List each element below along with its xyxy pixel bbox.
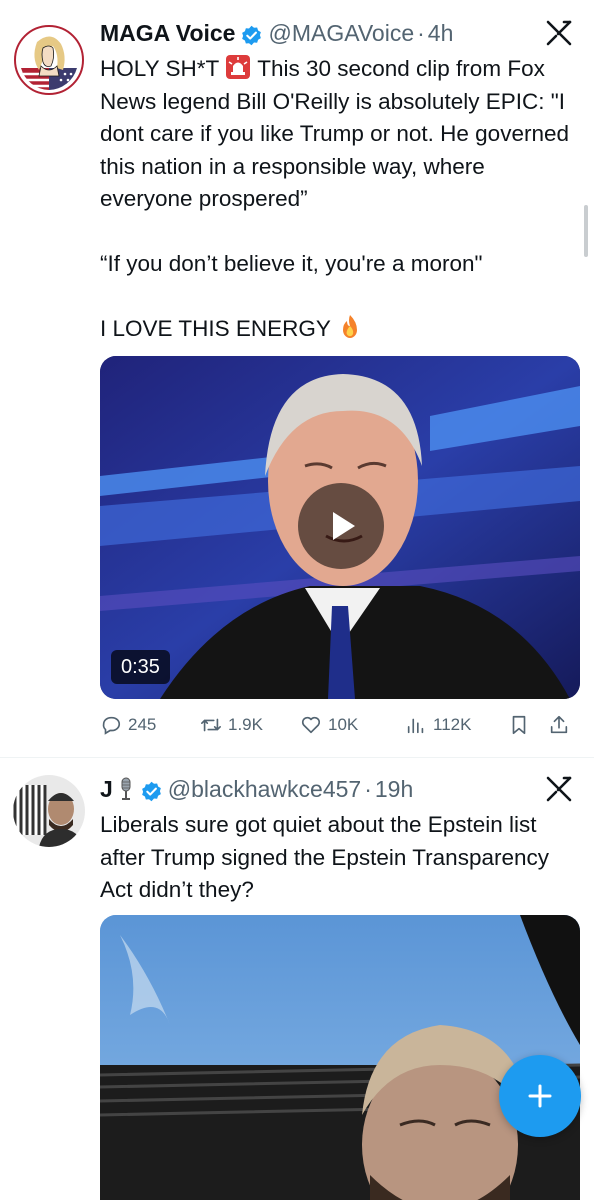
grok-icon[interactable]: [544, 774, 574, 804]
siren-emoji: [225, 54, 251, 80]
author-handle[interactable]: @blackhawkce457: [168, 774, 361, 804]
author-name[interactable]: J: [100, 774, 113, 804]
timestamp[interactable]: 4h: [428, 18, 454, 48]
play-button[interactable]: [298, 483, 384, 569]
share-button[interactable]: [548, 710, 576, 740]
repost-count: 1.9K: [228, 715, 263, 734]
tweet-actions: 245 1.9K 10K 112K: [100, 710, 578, 740]
views-count: 112K: [433, 715, 472, 734]
repost-button[interactable]: 1.9K: [200, 710, 263, 740]
views-icon: [407, 718, 424, 734]
like-count: 10K: [328, 715, 359, 734]
compose-icon: [528, 1084, 552, 1108]
separator-dot: ·: [417, 20, 425, 46]
tweet-text: Liberals sure got quiet about the Epstei…: [100, 812, 549, 902]
repost-icon: [201, 718, 221, 732]
reply-count: 245: [128, 715, 157, 734]
author-name[interactable]: MAGA Voice: [100, 18, 235, 48]
grok-icon[interactable]: [544, 18, 574, 48]
video-thumbnail[interactable]: [100, 915, 580, 1200]
reply-icon: [102, 716, 121, 735]
verified-icon: [141, 779, 162, 801]
avatar[interactable]: [13, 24, 85, 96]
tweet-header: J @blackhawkce457 · 19h: [100, 774, 574, 804]
tweet[interactable]: MAGA Voice @MAGAVoice · 4h HOLY SH*T This…: [0, 0, 594, 758]
separator-dot: ·: [364, 776, 372, 802]
tweet-text-line: This 30 second clip from: [257, 56, 502, 81]
views-button[interactable]: 112K: [405, 710, 471, 740]
microphone-emoji: [117, 777, 135, 801]
tweet-text: HOLY SH*T This 30 second clip from Fox Ne…: [100, 53, 572, 346]
play-icon: [333, 512, 355, 540]
avatar[interactable]: [13, 775, 85, 847]
share-icon: [550, 715, 568, 734]
fire-emoji: [337, 314, 363, 340]
tweet-text-line: HOLY SH*T: [100, 56, 220, 81]
scrollbar[interactable]: [584, 205, 588, 257]
author-handle[interactable]: @MAGAVoice: [268, 18, 414, 48]
bookmark-icon: [512, 715, 526, 735]
compose-button[interactable]: [499, 1055, 581, 1137]
like-button[interactable]: 10K: [300, 710, 358, 740]
reply-button[interactable]: 245: [100, 710, 156, 740]
tweet-quote: “If you don’t believe it, you're a moron…: [100, 251, 483, 276]
timestamp[interactable]: 19h: [375, 774, 413, 804]
tweet-closing: I LOVE THIS ENERGY: [100, 316, 331, 341]
bookmark-button[interactable]: [508, 710, 536, 740]
tweet-header: MAGA Voice @MAGAVoice · 4h: [100, 18, 574, 48]
video-duration: 0:35: [111, 650, 170, 684]
like-icon: [301, 716, 321, 734]
verified-icon: [241, 23, 262, 45]
